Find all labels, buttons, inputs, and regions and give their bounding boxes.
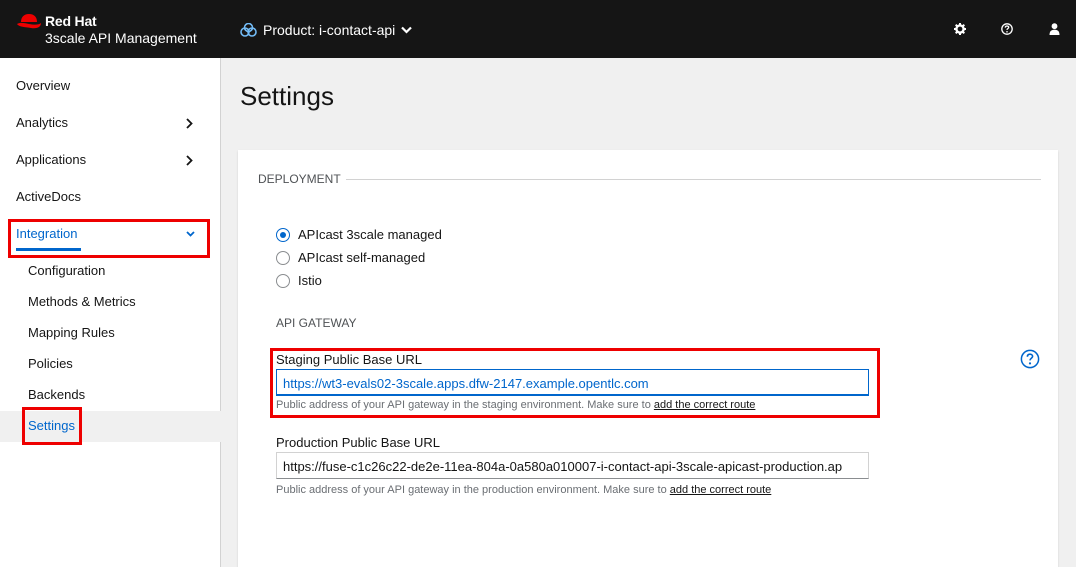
sidebar-subitem-label: Backends [28, 387, 86, 402]
active-indicator [16, 248, 81, 251]
product-selector[interactable]: Product: i-contact-api [240, 20, 418, 40]
top-header: Red Hat 3scale API Management Product: i… [0, 0, 1076, 58]
page-title: Settings [240, 81, 334, 111]
staging-url-input[interactable]: https://wt3-evals02-3scale.apps.dfw-2147… [276, 369, 869, 396]
chevron-down-icon [401, 26, 413, 34]
gear-icon [954, 23, 966, 35]
sidebar-item-integration[interactable]: Integration [0, 216, 221, 253]
sidebar-item-label: Integration [16, 226, 78, 241]
sidebar-item-label: Analytics [16, 115, 69, 130]
sidebar-subitem-policies[interactable]: Policies [0, 349, 221, 380]
sidebar-item-label: Applications [16, 152, 87, 167]
sidebar-item-activedocs[interactable]: ActiveDocs [0, 179, 221, 216]
radio-button-icon[interactable] [276, 251, 290, 265]
radio-label: APIcast self-managed [298, 250, 426, 265]
settings-button[interactable] [953, 22, 967, 36]
sidebar-subitem-label: Methods & Metrics [28, 294, 136, 309]
brand-product: 3scale API Management [45, 30, 197, 46]
help-button[interactable] [1000, 22, 1014, 36]
question-circle-icon [1001, 23, 1013, 35]
sidebar-subitem-configuration[interactable]: Configuration [0, 256, 221, 287]
sidebar-item-applications[interactable]: Applications [0, 142, 221, 179]
settings-card: DEPLOYMENT APIcast 3scale managed APIcas… [238, 150, 1058, 567]
sidebar-subitem-label: Configuration [28, 263, 106, 278]
sidebar-subitem-label: Policies [28, 356, 73, 371]
sidebar-subitem-methods-metrics[interactable]: Methods & Metrics [0, 287, 221, 318]
sidebar-subitem-settings[interactable]: Settings [0, 411, 221, 442]
sidebar-subitem-mapping-rules[interactable]: Mapping Rules [0, 318, 221, 349]
staging-add-route-link[interactable]: add the correct route [654, 399, 756, 411]
question-circle-icon[interactable] [1020, 349, 1040, 369]
radio-apicast-self-managed[interactable]: APIcast self-managed [276, 249, 576, 267]
production-helper-text: Public address of your API gateway in th… [276, 484, 670, 496]
api-gateway-heading: API GATEWAY [276, 316, 357, 330]
legend-divider [346, 179, 1041, 180]
radio-istio[interactable]: Istio [276, 272, 576, 290]
sidebar-subitem-label: Mapping Rules [28, 325, 115, 340]
user-menu-button[interactable] [1047, 22, 1061, 36]
staging-url-label: Staging Public Base URL [276, 352, 422, 367]
sidebar-item-label: Overview [16, 78, 71, 93]
chevron-right-icon [186, 155, 193, 166]
production-url-input[interactable]: https://fuse-c1c26c22-de2e-11ea-804a-0a5… [276, 452, 869, 479]
brand-name: Red Hat [45, 13, 97, 29]
sidebar-subitem-label: Settings [28, 418, 75, 433]
staging-url-helper: Public address of your API gateway in th… [276, 399, 755, 411]
chevron-down-icon [186, 231, 195, 237]
radio-label: APIcast 3scale managed [298, 227, 442, 242]
radio-button-icon[interactable] [276, 274, 290, 288]
user-icon [1049, 23, 1059, 35]
production-url-helper: Public address of your API gateway in th… [276, 484, 771, 496]
chevron-right-icon [186, 118, 193, 129]
radio-apicast-3scale-managed[interactable]: APIcast 3scale managed [276, 226, 576, 244]
deployment-legend: DEPLOYMENT [258, 172, 341, 186]
sidebar-nav: Overview Analytics Applications ActiveDo… [0, 58, 221, 567]
staging-helper-text: Public address of your API gateway in th… [276, 399, 654, 411]
sidebar-subitem-backends[interactable]: Backends [0, 380, 221, 411]
production-add-route-link[interactable]: add the correct route [670, 484, 772, 496]
red-hat-logo-icon [17, 14, 41, 29]
product-label: Product: i-contact-api [263, 22, 396, 38]
production-url-label: Production Public Base URL [276, 435, 441, 450]
radio-button-icon[interactable] [276, 228, 290, 242]
sidebar-item-overview[interactable]: Overview [0, 68, 221, 105]
sidebar-item-label: ActiveDocs [16, 189, 82, 204]
cubes-icon [240, 23, 257, 37]
sidebar-item-analytics[interactable]: Analytics [0, 105, 221, 142]
radio-label: Istio [298, 273, 322, 288]
